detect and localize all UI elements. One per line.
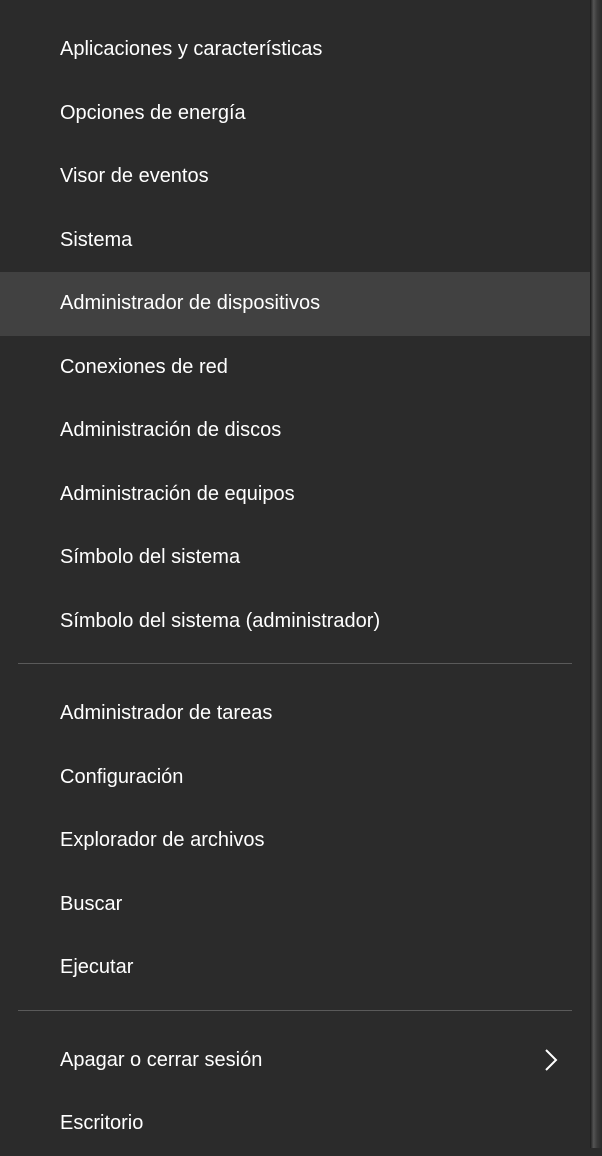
menu-item-label: Explorador de archivos — [60, 829, 265, 852]
spacer — [0, 664, 590, 682]
chevron-right-icon — [542, 1046, 560, 1074]
spacer — [0, 653, 590, 663]
menu-item-label: Buscar — [60, 893, 122, 916]
menu-item-label: Administración de equipos — [60, 483, 295, 506]
menu-item-label: Administración de discos — [60, 419, 281, 442]
menu-item-label: Administrador de dispositivos — [60, 292, 320, 315]
menu-item-label: Escritorio — [60, 1112, 143, 1135]
menu-item-run[interactable]: Ejecutar — [0, 936, 590, 1000]
winx-context-menu: Aplicaciones y características Opciones … — [0, 0, 590, 1148]
spacer — [0, 1011, 590, 1029]
menu-item-computer-management[interactable]: Administración de equipos — [0, 463, 590, 527]
spacer — [0, 1000, 590, 1010]
menu-item-label: Visor de eventos — [60, 165, 209, 188]
menu-item-apps-features[interactable]: Aplicaciones y características — [0, 18, 590, 82]
menu-item-label: Ejecutar — [60, 956, 133, 979]
menu-item-search[interactable]: Buscar — [0, 873, 590, 937]
menu-item-power-options[interactable]: Opciones de energía — [0, 82, 590, 146]
menu-item-file-explorer[interactable]: Explorador de archivos — [0, 809, 590, 873]
menu-item-label: Sistema — [60, 229, 132, 252]
menu-item-command-prompt-admin[interactable]: Símbolo del sistema (administrador) — [0, 590, 590, 654]
menu-item-command-prompt[interactable]: Símbolo del sistema — [0, 526, 590, 590]
menu-item-desktop[interactable]: Escritorio — [0, 1092, 590, 1156]
menu-item-label: Conexiones de red — [60, 356, 228, 379]
menu-item-device-manager[interactable]: Administrador de dispositivos — [0, 272, 590, 336]
menu-item-event-viewer[interactable]: Visor de eventos — [0, 145, 590, 209]
menu-item-network-connections[interactable]: Conexiones de red — [0, 336, 590, 400]
menu-item-label: Símbolo del sistema — [60, 546, 240, 569]
menu-item-task-manager[interactable]: Administrador de tareas — [0, 682, 590, 746]
menu-item-settings[interactable]: Configuración — [0, 746, 590, 810]
menu-item-label: Configuración — [60, 766, 183, 789]
menu-item-system[interactable]: Sistema — [0, 209, 590, 273]
menu-item-disk-management[interactable]: Administración de discos — [0, 399, 590, 463]
menu-item-label: Aplicaciones y características — [60, 38, 322, 61]
menu-item-shutdown-signout[interactable]: Apagar o cerrar sesión — [0, 1029, 590, 1093]
menu-item-label: Apagar o cerrar sesión — [60, 1049, 262, 1072]
menu-item-label: Administrador de tareas — [60, 702, 272, 725]
menu-item-label: Opciones de energía — [60, 102, 246, 125]
window-right-edge — [590, 0, 602, 1148]
menu-item-label: Símbolo del sistema (administrador) — [60, 610, 380, 633]
